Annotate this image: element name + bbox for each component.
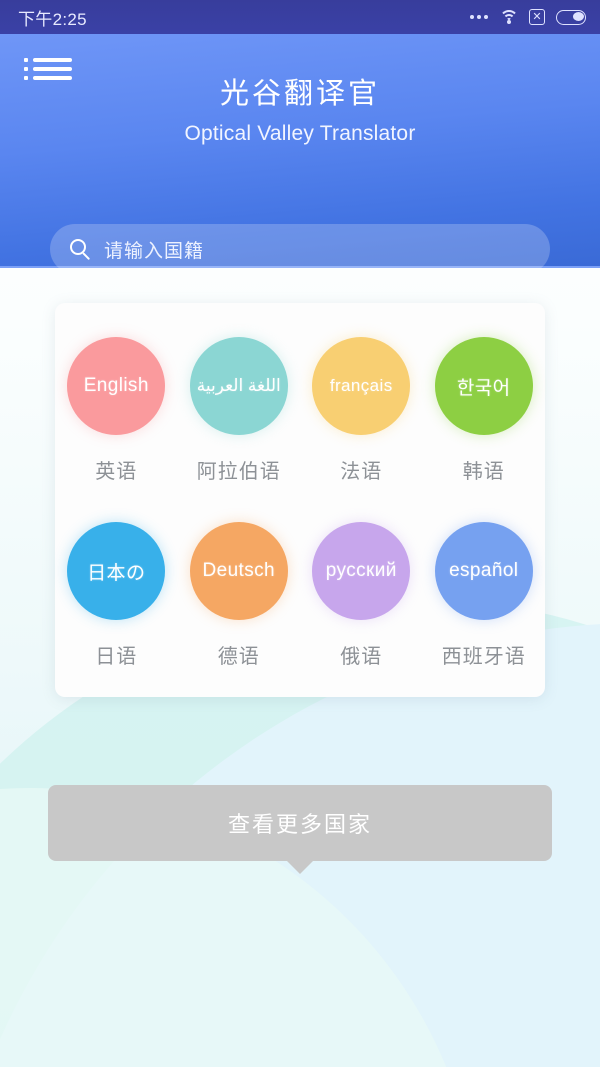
language-circle[interactable]: français — [312, 337, 411, 435]
language-item-德语[interactable]: Deutsch 德语 — [178, 522, 301, 669]
search-input[interactable]: 请输入国籍 — [50, 224, 550, 274]
status-bar: 下午2:25 ✕ — [0, 0, 600, 34]
list-menu-icon[interactable] — [24, 58, 72, 88]
language-circle[interactable]: русский — [312, 522, 411, 620]
language-label: 阿拉伯语 — [196, 461, 281, 483]
language-item-阿拉伯语[interactable]: اللغة العربية 阿拉伯语 — [178, 337, 301, 484]
status-time: 下午2:25 — [18, 9, 87, 29]
search-placeholder: 请输入国籍 — [104, 240, 205, 262]
page-title-en: Optical Valley Translator — [184, 122, 416, 145]
language-item-日语[interactable]: 日本の 日语 — [55, 522, 178, 669]
language-item-法语[interactable]: français 法语 — [300, 337, 423, 484]
row-spacer — [55, 484, 545, 522]
language-label: 俄语 — [340, 646, 383, 668]
app-header: 光谷翻译官 Optical Valley Translator 请输入国籍 — [0, 34, 600, 274]
language-row: English 英语 اللغة العربية 阿拉伯语 français 法语 한국어 韩… — [55, 337, 545, 484]
language-label: 日语 — [95, 646, 138, 668]
language-item-西班牙语[interactable]: español 西班牙语 — [423, 522, 546, 669]
wifi-icon — [499, 10, 518, 24]
language-row: 日本の 日语 Deutsch 德语 русский 俄语 español 西班牙语 — [55, 522, 545, 669]
language-circle[interactable]: English — [67, 337, 166, 435]
view-more-countries-button[interactable]: 查看更多国家 — [48, 785, 552, 861]
more-button-wrapper: 查看更多国家 — [0, 785, 600, 861]
language-circle[interactable]: Deutsch — [189, 522, 288, 620]
language-circle[interactable]: 日本の — [67, 522, 166, 620]
language-label: 法语 — [340, 461, 383, 483]
battery-icon — [556, 9, 586, 25]
language-circle[interactable]: español — [434, 522, 533, 620]
status-icons: ✕ — [470, 9, 586, 25]
language-label: 德语 — [217, 646, 260, 668]
search-icon — [70, 238, 91, 260]
language-card: English 英语 اللغة العربية 阿拉伯语 français 法语 한국어 韩… — [55, 303, 545, 697]
language-item-俄语[interactable]: русский 俄语 — [300, 522, 423, 669]
language-circle[interactable]: اللغة العربية — [189, 337, 288, 435]
language-item-韩语[interactable]: 한국어 韩语 — [423, 337, 546, 484]
language-label: 英语 — [95, 461, 138, 483]
page-title-cn: 光谷翻译官 — [219, 78, 380, 110]
language-item-英语[interactable]: English 英语 — [55, 337, 178, 484]
more-dots-icon — [470, 15, 488, 19]
no-sim-icon: ✕ — [529, 9, 545, 25]
language-circle[interactable]: 한국어 — [434, 337, 533, 435]
language-label: 西班牙语 — [441, 646, 526, 668]
language-label: 韩语 — [462, 461, 505, 483]
